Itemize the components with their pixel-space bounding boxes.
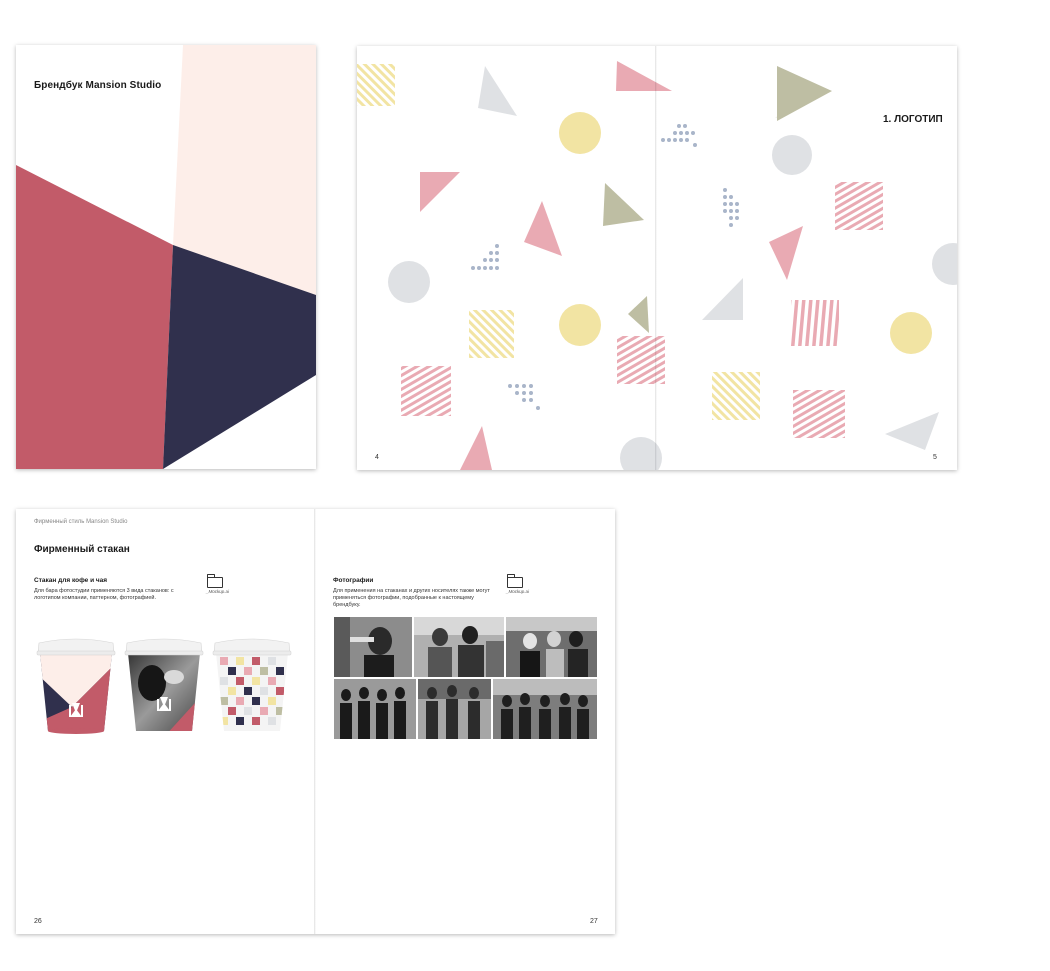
logo-cup	[36, 638, 116, 734]
page-number-left: 26	[34, 918, 42, 925]
page-number-right: 5	[933, 454, 937, 461]
page-title: Фирменный стакан	[34, 544, 130, 555]
folder-icon[interactable]	[507, 574, 523, 588]
logo-section-spread: 1. ЛОГОТИП 4 5	[357, 46, 957, 470]
photo-cup	[124, 638, 204, 731]
folder-icon[interactable]	[207, 574, 223, 588]
photo-couples	[506, 617, 597, 677]
page-fold	[655, 46, 657, 470]
cups-heading: Стакан для кофе и чая	[34, 577, 108, 584]
page-number-right: 27	[590, 918, 598, 925]
folder-label[interactable]: _Mockup.ai	[206, 589, 229, 594]
section-title: 1. ЛОГОТИП	[883, 114, 943, 125]
photo-band	[334, 679, 416, 739]
brand-cup-spread: Фирменный стиль Mansion Studio Фирменный…	[16, 509, 615, 934]
photo-group-outdoor	[414, 617, 504, 677]
page-number-left: 4	[375, 454, 379, 461]
photo-street	[418, 679, 491, 739]
folder-label[interactable]: _Mockup.ai	[506, 589, 529, 594]
photo-audience	[493, 679, 597, 739]
page-fold	[314, 509, 316, 934]
cups-description: Для бара фотостудии применяются 3 вида с…	[34, 588, 174, 601]
brandbook-cover-page: Брендбук Mansion Studio	[16, 45, 316, 469]
photos-description: Для применения на стаканах и других носи…	[333, 588, 490, 608]
photo-trumpeter	[334, 617, 412, 677]
running-header: Фирменный стиль Mansion Studio	[34, 519, 128, 525]
pattern-artwork	[357, 61, 957, 470]
pattern-cup	[212, 638, 292, 731]
cover-geometric-artwork	[16, 45, 316, 469]
cover-title: Брендбук Mansion Studio	[34, 80, 162, 91]
photos-heading: Фотографии	[333, 577, 374, 584]
